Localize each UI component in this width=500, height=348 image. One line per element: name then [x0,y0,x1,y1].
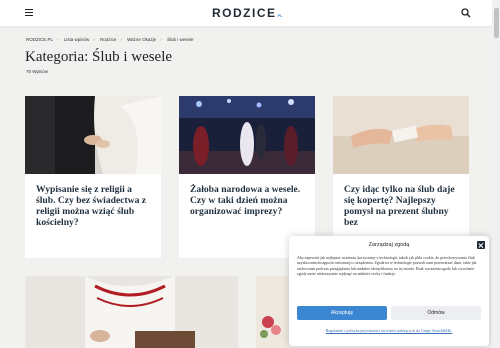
search-icon[interactable] [461,8,471,18]
privacy-policy-link[interactable]: Regulamin i polityka prywatności serwisó… [289,328,489,333]
cookie-consent-dialog: Zarządzaj zgodą Aby zapewnić jak najleps… [289,236,489,346]
cookie-dialog-text: Aby zapewnić jak najlepsze wrażenia, kor… [297,256,477,277]
article-card[interactable]: Czy idąc tylko na ślub daje się kopertę?… [333,96,469,258]
article-image[interactable] [256,276,292,348]
close-icon[interactable] [477,241,485,249]
article-title[interactable]: Żałoba narodowa a wesele. Czy w taki dzi… [190,184,307,217]
menu-icon[interactable] [25,9,33,17]
article-card[interactable]: Żałoba narodowa a wesele. Czy w taki dzi… [179,96,315,258]
scrollbar[interactable] [492,0,500,348]
article-image[interactable] [179,96,315,174]
post-count: 70 Wpisów [26,69,49,74]
article-image[interactable] [333,96,469,174]
site-logo[interactable]: RODZICEPL [212,6,283,20]
breadcrumb-home[interactable]: RODZICE.PL [26,37,53,42]
accept-button[interactable]: Akceptuję [297,306,387,320]
breadcrumb-occasions[interactable]: Ważne Okazje [127,37,156,42]
article-card[interactable]: Wypisanie się z religii a ślub. Czy bez … [25,96,161,258]
page-title: Kategoria: Ślub i wesele [25,49,173,65]
scrollbar-thumb[interactable] [493,8,499,38]
article-card[interactable] [25,276,238,348]
article-title[interactable]: Wypisanie się z religii a ślub. Czy bez … [36,184,153,228]
breadcrumb: RODZICE.PL › Lista wpisów › Rodzice › Ważne… [26,37,194,42]
article-image[interactable] [25,96,161,174]
cookie-dialog-title: Zarządzaj zgodą [368,242,410,248]
breadcrumb-post-list[interactable]: Lista wpisów [64,37,90,42]
breadcrumb-parents[interactable]: Rodzice [100,37,116,42]
top-navigation-bar: RODZICEPL [0,0,492,26]
article-title[interactable]: Czy idąc tylko na ślub daje się kopertę?… [344,184,461,228]
breadcrumb-current: Ślub i wesele [166,37,194,42]
article-image[interactable] [25,276,238,348]
article-card[interactable] [256,276,292,348]
reject-button[interactable]: Odmów [391,306,481,320]
